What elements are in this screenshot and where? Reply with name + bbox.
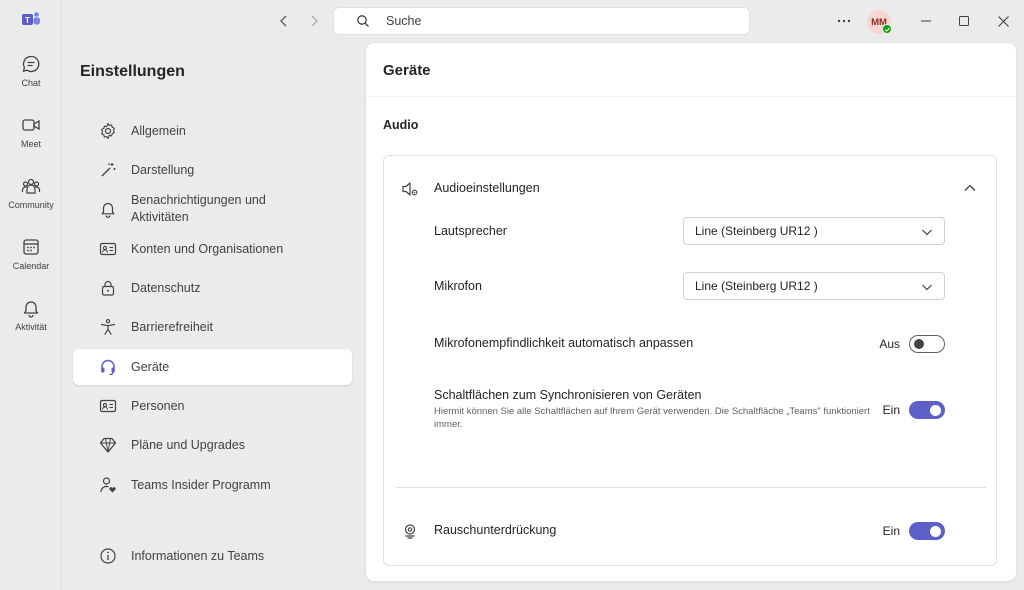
- gear-icon: [101, 122, 115, 140]
- community-icon: [21, 178, 41, 194]
- noise-suppression-icon: [404, 524, 416, 539]
- title-bar: Suche MM: [62, 0, 1024, 42]
- lock-icon: [101, 280, 115, 296]
- chevron-down-icon: [922, 284, 932, 291]
- app-rail: T Chat Meet Community Calendar Aktivität: [0, 0, 62, 590]
- auto-adjust-label: Mikrofonempfindlichkeit automatisch anpa…: [434, 336, 694, 350]
- microphone-value: Line (Steinberg UR12 ): [695, 279, 818, 293]
- settings-item-plans[interactable]: Pläne und Upgrades: [73, 427, 352, 463]
- microphone-select[interactable]: Line (Steinberg UR12 ): [683, 272, 945, 300]
- settings-item-about[interactable]: Informationen zu Teams: [73, 538, 352, 574]
- rail-label: Community: [8, 200, 54, 210]
- sync-buttons-description: Hiermit können Sie alle Schaltflächen au…: [434, 406, 870, 430]
- noise-suppression-label: Rauschunterdrückung: [434, 523, 557, 537]
- bell-icon: [23, 301, 39, 318]
- settings-item-label: Darstellung: [131, 162, 195, 177]
- speaker-settings-icon: [402, 182, 418, 196]
- chevron-up-icon[interactable]: [963, 181, 977, 195]
- audio-settings-title: Audioeinstellungen: [434, 181, 540, 195]
- settings-item-label: Teams Insider Programm: [131, 477, 271, 492]
- settings-item-label: Geräte: [131, 359, 170, 374]
- speaker-value: Line (Steinberg UR12 ): [695, 224, 818, 238]
- maximize-button[interactable]: [954, 11, 974, 31]
- divider: [396, 487, 986, 488]
- sync-buttons-label: Schaltflächen zum Synchronisieren von Ge…: [434, 388, 702, 402]
- search-icon: [357, 15, 369, 27]
- rail-label: Aktivität: [15, 322, 47, 332]
- chat-icon: [22, 55, 40, 73]
- more-options-button[interactable]: [834, 11, 854, 31]
- microphone-label: Mikrofon: [434, 279, 482, 293]
- speaker-label: Lautsprecher: [434, 224, 507, 238]
- settings-item-people[interactable]: Personen: [73, 388, 352, 424]
- calendar-icon: [23, 239, 39, 255]
- settings-item-label: Konten und Organisationen: [131, 241, 284, 256]
- chevron-down-icon: [922, 229, 932, 236]
- auto-adjust-state: Aus: [879, 337, 900, 351]
- settings-item-label: Benachrichtigungen und Aktivitäten: [131, 193, 266, 224]
- rail-item-community[interactable]: Community: [0, 176, 62, 226]
- teams-logo-icon[interactable]: T: [21, 10, 41, 30]
- settings-item-label: Personen: [131, 398, 185, 413]
- settings-item-privacy[interactable]: Datenschutz: [73, 270, 352, 306]
- audio-settings-card: Audioeinstellungen Lautsprecher Line (St…: [383, 155, 997, 566]
- svg-text:T: T: [25, 16, 30, 25]
- toggle-knob: [930, 525, 941, 537]
- page-title: Geräte: [383, 62, 431, 79]
- settings-item-appearance[interactable]: Darstellung: [73, 152, 352, 188]
- headset-icon: [101, 359, 115, 376]
- noise-suppression-state: Ein: [882, 524, 900, 538]
- settings-item-devices[interactable]: Geräte: [73, 349, 352, 385]
- rail-label: Meet: [20, 139, 41, 149]
- toggle-knob: [914, 339, 924, 349]
- settings-item-label: Pläne und Upgrades: [131, 437, 245, 452]
- minimize-icon: [921, 20, 931, 22]
- settings-item-general[interactable]: Allgemein: [73, 113, 352, 149]
- rail-item-activity[interactable]: Aktivität: [0, 298, 62, 348]
- settings-item-label: Barrierefreiheit: [131, 319, 213, 334]
- auto-adjust-toggle[interactable]: [909, 335, 945, 353]
- check-icon: [884, 27, 890, 32]
- rail-item-chat[interactable]: Chat: [0, 54, 62, 104]
- maximize-icon: [959, 16, 969, 26]
- contact-card-icon: [99, 242, 117, 256]
- back-arrow-icon[interactable]: [275, 12, 293, 30]
- devices-panel: Geräte Audio Audioeinstellungen Lautspre…: [366, 43, 1016, 581]
- settings-item-accessibility[interactable]: Barrierefreiheit: [73, 309, 352, 345]
- person-heart-icon: [100, 477, 116, 493]
- bell-icon: [101, 202, 115, 218]
- rail-item-meet[interactable]: Meet: [0, 115, 62, 165]
- close-button[interactable]: [993, 11, 1013, 31]
- search-input[interactable]: Suche: [333, 7, 750, 35]
- settings-item-label: Allgemein: [131, 123, 186, 138]
- toggle-knob: [930, 404, 941, 416]
- contact-card-icon: [99, 399, 117, 413]
- settings-item-accounts[interactable]: Konten und Organisationen: [73, 231, 352, 267]
- divider: [366, 96, 1016, 97]
- section-heading-audio: Audio: [383, 118, 419, 132]
- minimize-button[interactable]: [916, 11, 936, 31]
- forward-arrow-icon[interactable]: [305, 12, 323, 30]
- settings-item-label: Datenschutz: [131, 280, 201, 295]
- diamond-icon: [99, 437, 117, 453]
- rail-label: Chat: [21, 78, 41, 88]
- settings-item-notifications[interactable]: Benachrichtigungen und Aktivitäten: [73, 189, 352, 229]
- close-icon: [997, 15, 1009, 27]
- magic-wand-icon: [101, 163, 116, 177]
- settings-title: Einstellungen: [80, 63, 185, 80]
- accessibility-icon: [100, 319, 116, 335]
- noise-suppression-toggle[interactable]: [909, 522, 945, 540]
- sync-buttons-state: Ein: [882, 403, 900, 417]
- settings-item-label: Informationen zu Teams: [131, 548, 265, 563]
- search-placeholder: Suche: [386, 14, 422, 28]
- rail-label: Calendar: [12, 261, 50, 271]
- settings-item-insider[interactable]: Teams Insider Programm: [73, 467, 352, 503]
- presence-badge: [882, 24, 892, 34]
- more-horizontal-icon: [837, 19, 851, 23]
- rail-item-calendar[interactable]: Calendar: [0, 237, 62, 287]
- speaker-select[interactable]: Line (Steinberg UR12 ): [683, 217, 945, 245]
- sync-buttons-toggle[interactable]: [909, 401, 945, 419]
- info-icon: [100, 548, 116, 564]
- video-icon: [22, 119, 40, 131]
